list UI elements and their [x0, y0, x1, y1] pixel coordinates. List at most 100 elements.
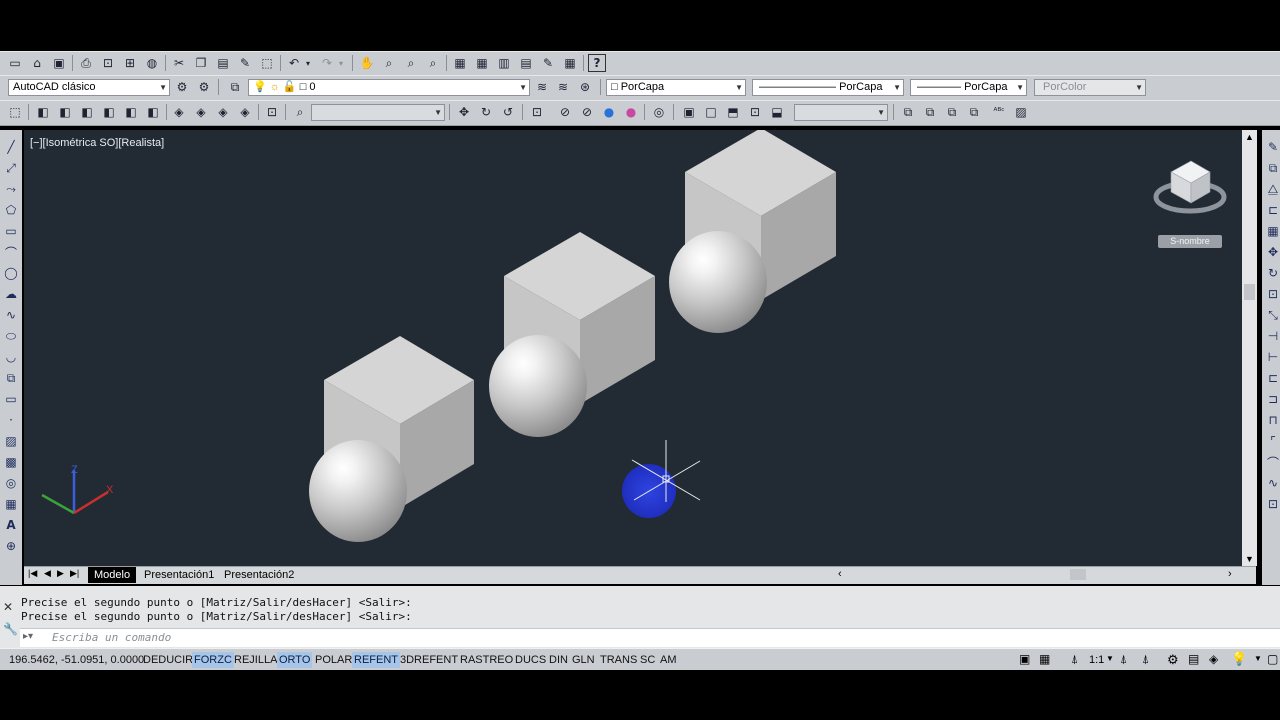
layer-isolate-icon[interactable]: ⊛ — [576, 78, 594, 96]
layer-select[interactable]: 💡 ☼ 🔓 □ 0 ▼ — [248, 79, 530, 96]
visual-styles-icon[interactable]: ⊡ — [528, 103, 546, 121]
fillet-icon[interactable]: ⌒ — [1264, 453, 1280, 471]
draw-order-above-icon[interactable]: ⧉ — [943, 103, 961, 121]
circle-icon[interactable]: ◯ — [2, 264, 20, 282]
toggle-rastreo[interactable]: RASTREO — [458, 652, 515, 668]
annotation-visibility-icon[interactable]: ⍋ — [1120, 652, 1127, 667]
construction-line-icon[interactable]: ⤢ — [2, 159, 20, 177]
3d-wireframe-icon[interactable]: ⊘ — [578, 103, 596, 121]
zoom-previous-icon[interactable]: ⌕ — [424, 54, 442, 72]
viewcube[interactable] — [1153, 160, 1227, 214]
zoom-window-icon[interactable]: ⌕ — [402, 54, 420, 72]
open-file-icon[interactable]: ⌂ — [28, 54, 46, 72]
tab-modelo[interactable]: Modelo — [88, 567, 137, 583]
isolate-objects-icon[interactable]: 💡 — [1231, 651, 1247, 667]
realistic-icon[interactable]: ● — [622, 103, 640, 121]
drawing-viewport[interactable]: [−][Isométrica SO][Realista] Z X S-nombr… — [24, 130, 1242, 566]
viewport-scale-select[interactable]: ▼ — [794, 104, 888, 121]
close-command-icon[interactable]: ✕ — [3, 600, 13, 614]
hatch-back-icon[interactable]: ▨ — [1012, 103, 1030, 121]
block-editor-icon[interactable]: ⬚ — [258, 54, 276, 72]
draw-order-front-icon[interactable]: ⧉ — [899, 103, 917, 121]
undo-icon[interactable]: ↶ — [285, 54, 303, 72]
quick-view-layouts-icon[interactable]: ▦ — [1039, 652, 1050, 666]
polygonal-viewport-icon[interactable]: ⬒ — [724, 103, 742, 121]
stretch-icon[interactable]: ⤡ — [1264, 306, 1280, 324]
region-icon[interactable]: ◎ — [2, 474, 20, 492]
status-menu-icon[interactable]: ▼ — [1254, 654, 1262, 663]
view-back-icon[interactable]: ◧ — [144, 103, 162, 121]
tab-presentacion1[interactable]: Presentación1 — [138, 567, 220, 583]
named-view-select[interactable]: ▼ — [311, 104, 445, 121]
spline-icon[interactable]: ∿ — [2, 306, 20, 324]
hardware-acceleration-icon[interactable]: ◈ — [1209, 652, 1218, 666]
workspace-settings-icon[interactable]: ⚙ — [173, 78, 191, 96]
annotation-scale-value[interactable]: 1:1 — [1089, 654, 1104, 666]
table-icon[interactable]: ▦ — [2, 495, 20, 513]
viewports-dialog-icon[interactable]: ▣ — [680, 103, 698, 121]
text-front-icon[interactable]: ᴬᴮᶜ — [990, 103, 1008, 121]
hatch-icon[interactable]: ▨ — [2, 432, 20, 450]
toggle-sc[interactable]: SC — [638, 652, 657, 668]
3d-orbit-icon[interactable]: ↻ — [477, 103, 495, 121]
free-orbit-icon[interactable]: ↺ — [499, 103, 517, 121]
iso-nw-icon[interactable]: ◈ — [236, 103, 254, 121]
draw-order-under-icon[interactable]: ⧉ — [965, 103, 983, 121]
toggle-orto[interactable]: ORTO — [277, 652, 313, 668]
cut-icon[interactable]: ✂ — [170, 54, 188, 72]
layer-manager-icon[interactable]: ⧉ — [226, 78, 244, 96]
publish-icon[interactable]: ⊞ — [121, 54, 139, 72]
chevron-down-icon[interactable]: ▼ — [1106, 654, 1114, 663]
revision-cloud-icon[interactable]: ☁ — [2, 285, 20, 303]
annotation-scale-icon[interactable]: ⍋ — [1071, 652, 1078, 667]
redo-icon[interactable]: ↷ — [318, 54, 336, 72]
move-icon[interactable]: ✥ — [1264, 243, 1280, 261]
plotstyle-select[interactable]: PorColor ▼ — [1034, 79, 1146, 96]
tab-presentacion2[interactable]: Presentación2 — [218, 567, 300, 583]
arc-icon[interactable]: ⌒ — [2, 243, 20, 261]
clean-screen-icon[interactable]: ▢ — [1267, 652, 1278, 666]
polyline-icon[interactable]: ⤳ — [2, 180, 20, 198]
line-icon[interactable]: ╱ — [2, 138, 20, 156]
visual-styles-manager-icon[interactable]: ◎ — [650, 103, 668, 121]
toggle-3drefent[interactable]: 3DREFENT — [398, 652, 460, 668]
copy-object-icon[interactable]: ⧉ — [1264, 159, 1280, 177]
hscroll-thumb[interactable] — [1070, 569, 1086, 580]
save-icon[interactable]: ▣ — [50, 54, 68, 72]
3d-pan-icon[interactable]: ✥ — [455, 103, 473, 121]
color-select[interactable]: □ PorCapa ▼ — [606, 79, 746, 96]
command-input[interactable]: ▸▾ Escriba un comando — [20, 628, 1280, 647]
properties-icon[interactable]: ▦ — [451, 54, 469, 72]
iso-ne-icon[interactable]: ◈ — [214, 103, 232, 121]
next-tab-icon[interactable]: ▶ — [57, 568, 64, 579]
iso-se-icon[interactable]: ◈ — [192, 103, 210, 121]
viewcube-wcs-label[interactable]: S-nombre — [1158, 235, 1222, 248]
lock-toolbars-icon[interactable]: ▤ — [1188, 652, 1199, 666]
match-properties-icon[interactable]: ✎ — [236, 54, 254, 72]
pan-icon[interactable]: ✋ — [358, 54, 376, 72]
insert-block-icon[interactable]: ⧉ — [2, 369, 20, 387]
toggle-din[interactable]: DIN — [547, 652, 570, 668]
scroll-down-icon[interactable]: ▼ — [1245, 554, 1254, 564]
offset-icon[interactable]: ⊏ — [1264, 201, 1280, 219]
customize-command-icon[interactable]: 🔧 — [3, 622, 18, 636]
rectangle-icon[interactable]: ▭ — [2, 222, 20, 240]
last-tab-icon[interactable]: ▶| — [70, 568, 79, 579]
coordinates-display[interactable]: 196.5462, -51.0951, 0.0000 — [9, 654, 144, 666]
copy-icon[interactable]: ❐ — [192, 54, 210, 72]
iso-sw-icon[interactable]: ◈ — [170, 103, 188, 121]
break-icon[interactable]: ⊐ — [1264, 390, 1280, 408]
toggle-rejilla[interactable]: REJILLA — [232, 652, 279, 668]
calculator-icon[interactable]: ▦ — [561, 54, 579, 72]
rotate-icon[interactable]: ↻ — [1264, 264, 1280, 282]
2d-wireframe-icon[interactable]: ⊘ — [556, 103, 574, 121]
view-front-icon[interactable]: ◧ — [122, 103, 140, 121]
paste-icon[interactable]: ▤ — [214, 54, 232, 72]
blend-icon[interactable]: ∿ — [1264, 474, 1280, 492]
extend-icon[interactable]: ⊢ — [1264, 348, 1280, 366]
ellipse-arc-icon[interactable]: ◡ — [2, 348, 20, 366]
view-right-icon[interactable]: ◧ — [100, 103, 118, 121]
toggle-polar[interactable]: POLAR — [313, 652, 354, 668]
polygon-icon[interactable]: ⬠ — [2, 201, 20, 219]
chamfer-icon[interactable]: ⌜ — [1264, 432, 1280, 450]
